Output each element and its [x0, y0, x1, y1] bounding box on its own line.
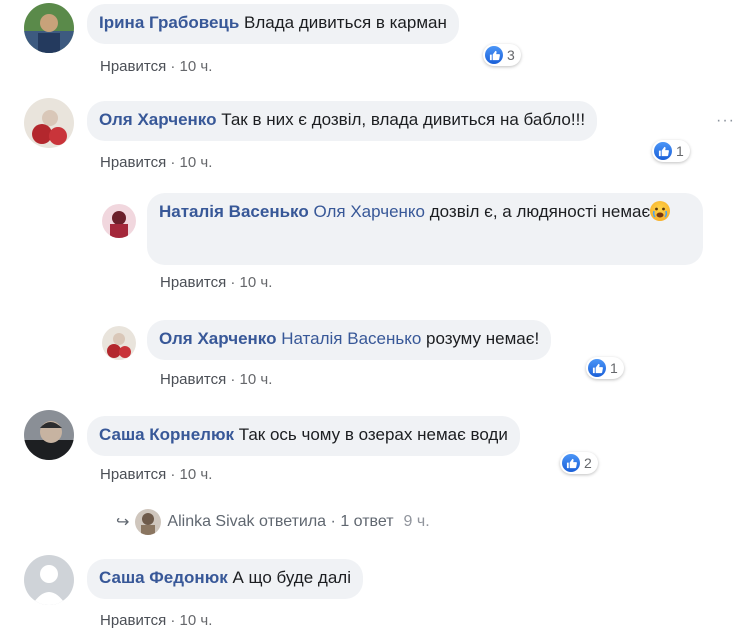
comment-bubble: Оля Харченко Наталія Васенько розуму нем… — [147, 320, 552, 360]
reply-time: 9 ч. — [403, 513, 430, 530]
comment-author[interactable]: Саша Корнелюк — [99, 425, 234, 444]
reply-arrow-icon: ↪ — [116, 514, 130, 531]
comment-author[interactable]: Оля Харченко — [159, 329, 276, 348]
comment-time[interactable]: 10 ч. — [180, 466, 213, 483]
like-button[interactable]: Нравится — [100, 466, 166, 483]
like-reaction-icon — [654, 142, 672, 160]
reaction-number: 3 — [507, 47, 515, 63]
reaction-number: 1 — [610, 360, 618, 376]
comment-time[interactable]: 10 ч. — [240, 371, 273, 388]
comment-time[interactable]: 10 ч. — [180, 58, 213, 75]
comment-author[interactable]: Ірина Грабовець — [99, 13, 239, 32]
reaction-count[interactable]: 1 — [652, 140, 690, 162]
avatar — [135, 509, 162, 535]
like-reaction-icon — [485, 46, 503, 64]
comment-meta: Нравится · 10 ч. — [100, 466, 212, 483]
avatar[interactable] — [24, 3, 74, 53]
comment-time[interactable]: 10 ч. — [180, 612, 213, 629]
comment-meta: Нравится · 10 ч. — [160, 371, 272, 388]
comment-text: А що буде далі — [232, 568, 351, 587]
comment-bubble: Саша Федонюк А що буде далі — [87, 559, 363, 599]
reaction-count[interactable]: 3 — [483, 44, 521, 66]
comment-meta: Нравится · 10 ч. — [100, 154, 212, 171]
comment-bubble: Ірина Грабовець Влада дивиться в карман — [87, 4, 459, 44]
avatar[interactable] — [102, 326, 136, 360]
comment-text: Так ось чому в озерах немає води — [238, 425, 508, 444]
comment-time[interactable]: 10 ч. — [180, 154, 213, 171]
comment-text: Так в них є дозвіл, влада дивиться на ба… — [221, 110, 586, 129]
comment-bubble: Наталія Васенько Оля Харченко дозвіл є, … — [147, 193, 703, 265]
mention-link[interactable]: Оля Харченко — [313, 202, 425, 221]
comment-bubble: Саша Корнелюк Так ось чому в озерах нема… — [87, 416, 520, 456]
avatar[interactable] — [24, 98, 74, 148]
like-button[interactable]: Нравится — [160, 371, 226, 388]
avatar[interactable] — [24, 555, 74, 605]
comment-meta: Нравится · 10 ч. — [160, 274, 272, 291]
comment-bubble: Оля Харченко Так в них є дозвіл, влада д… — [87, 101, 598, 141]
comment-meta: Нравится · 10 ч. — [100, 58, 212, 75]
reaction-number: 2 — [584, 455, 592, 471]
more-dots-icon[interactable]: ··· — [716, 112, 735, 130]
meta-separator: · — [170, 58, 176, 75]
comment-text: дозвіл є, а людяності немає — [429, 202, 651, 221]
like-button[interactable]: Нравится — [100, 612, 166, 629]
meta-separator: · — [170, 466, 176, 483]
reaction-number: 1 — [676, 143, 684, 159]
comment-author[interactable]: Оля Харченко — [99, 110, 216, 129]
meta-separator: · — [230, 274, 236, 291]
like-reaction-icon — [588, 359, 606, 377]
replier-name: Alinka Sivak — [167, 513, 255, 530]
mention-link[interactable]: Наталія Васенько — [281, 329, 421, 348]
like-reaction-icon — [562, 454, 580, 472]
like-button[interactable]: Нравится — [160, 274, 226, 291]
reply-count: 1 ответ — [340, 513, 394, 530]
comment-meta: Нравится · 10 ч. — [100, 612, 212, 629]
like-button[interactable]: Нравится — [100, 154, 166, 171]
comment-time[interactable]: 10 ч. — [240, 274, 273, 291]
crying-face-emoji — [650, 201, 671, 221]
avatar[interactable] — [24, 410, 74, 460]
view-replies-link[interactable]: ↪ Alinka Sivak ответила · 1 ответ 9 ч. — [116, 509, 430, 535]
avatar[interactable] — [102, 204, 136, 238]
meta-separator: · — [170, 612, 176, 629]
reaction-count[interactable]: 1 — [586, 357, 624, 379]
reply-action: ответила — [259, 513, 327, 530]
meta-separator: · — [330, 513, 336, 530]
meta-separator: · — [230, 371, 236, 388]
like-button[interactable]: Нравится — [100, 58, 166, 75]
comment-text: Влада дивиться в карман — [244, 13, 447, 32]
reaction-count[interactable]: 2 — [560, 452, 598, 474]
comment-author[interactable]: Саша Федонюк — [99, 568, 228, 587]
comment-author[interactable]: Наталія Васенько — [159, 202, 309, 221]
meta-separator: · — [170, 154, 176, 171]
comment-text: розуму немає! — [426, 329, 540, 348]
